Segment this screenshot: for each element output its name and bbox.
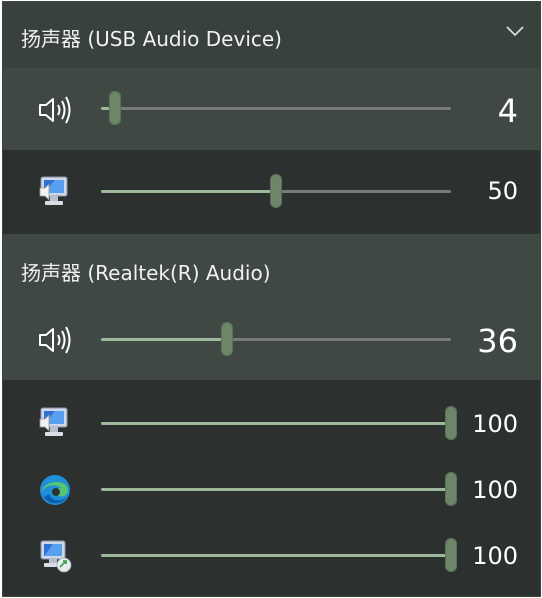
volume-slider-fill xyxy=(101,190,276,193)
app-volume-row-edge: 100 xyxy=(3,460,540,522)
volume-slider[interactable] xyxy=(101,322,451,356)
volume-slider-fill xyxy=(101,338,227,341)
speaker-volume-icon[interactable] xyxy=(35,322,75,358)
volume-value: 100 xyxy=(472,476,518,504)
volume-value: 36 xyxy=(477,322,518,360)
volume-slider[interactable] xyxy=(101,538,457,572)
system-sounds-monitor-icon xyxy=(39,176,68,205)
volume-value: 50 xyxy=(487,177,518,205)
volume-slider-thumb[interactable] xyxy=(109,91,121,125)
master-volume-row-realtek: 36 xyxy=(3,298,540,380)
volume-slider[interactable] xyxy=(101,91,451,125)
app-volume-row-system-sounds: 50 xyxy=(3,150,540,234)
master-volume-row-usb: 4 xyxy=(3,68,540,150)
device-title-realtek[interactable]: 扬声器 (Realtek(R) Audio) xyxy=(21,257,271,286)
volume-slider[interactable] xyxy=(101,406,457,440)
volume-value: 100 xyxy=(472,410,518,438)
volume-slider-thumb[interactable] xyxy=(270,174,282,208)
volume-slider[interactable] xyxy=(101,472,457,506)
speaker-volume-icon[interactable] xyxy=(35,92,75,128)
remote-desktop-icon xyxy=(40,540,72,573)
device-title-usb[interactable]: 扬声器 (USB Audio Device) xyxy=(21,23,282,52)
chevron-down-icon[interactable] xyxy=(504,24,526,38)
volume-value: 4 xyxy=(497,92,518,130)
volume-value: 100 xyxy=(472,542,518,570)
volume-slider-thumb[interactable] xyxy=(221,322,233,356)
volume-slider[interactable] xyxy=(101,174,451,208)
volume-slider-fill xyxy=(101,554,451,557)
volume-slider-fill xyxy=(101,488,451,491)
edge-browser-icon xyxy=(40,475,70,505)
system-sounds-monitor-icon xyxy=(39,407,68,436)
app-volume-row-system-sounds: 100 xyxy=(3,394,540,456)
app-volume-row-remote-desktop: 100 xyxy=(3,526,540,588)
volume-slider-fill xyxy=(101,422,451,425)
volume-mixer-panel: 扬声器 (USB Audio Device) 4 50 扬声器 (Realtek… xyxy=(2,1,541,597)
